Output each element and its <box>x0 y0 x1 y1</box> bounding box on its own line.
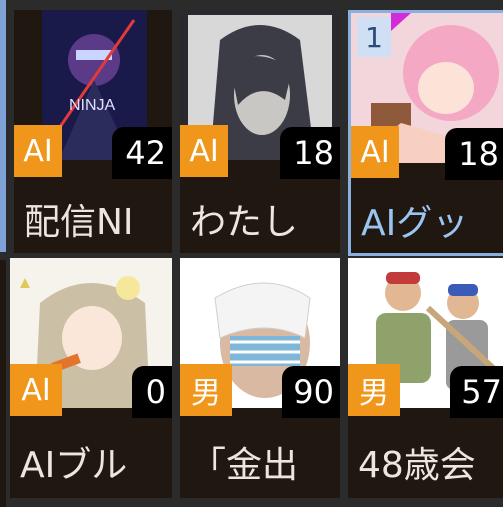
tile-1-badge: AI <box>14 125 62 177</box>
tile-5-badge: 男 <box>180 364 232 416</box>
partial-tile-left-bottom <box>0 260 6 507</box>
tile-2-title: わたし <box>190 202 299 243</box>
tile-3-count: 18 <box>445 128 503 180</box>
tile-3[interactable]: 1 AI 18 AIグッ <box>348 10 503 256</box>
tile-2-badge: AI <box>180 125 228 177</box>
tile-1-title: 配信NI <box>24 202 134 243</box>
svg-text:NINJA: NINJA <box>69 97 116 114</box>
tile-5-title: 「金出 <box>190 445 299 486</box>
tile-6[interactable]: 男 57 48歳会 <box>348 258 503 498</box>
tile-4-badge: AI <box>10 364 62 416</box>
tile-1-count: 42 <box>112 127 172 179</box>
tile-3-rank-badge: 1 <box>357 17 391 57</box>
tile-6-count: 57 <box>450 366 503 418</box>
tile-6-badge: 男 <box>348 364 400 416</box>
tile-5[interactable]: 男 90 「金出 <box>180 258 340 498</box>
tile-2-count: 18 <box>280 127 340 179</box>
tile-1[interactable]: NINJA AI 42 配信NI <box>14 10 172 253</box>
tile-3-badge: AI <box>351 126 399 178</box>
tile-grid: NINJA AI 42 配信NI AI 18 わたし 1 AI 18 AIグッ … <box>0 0 503 507</box>
tile-5-count: 90 <box>282 366 340 418</box>
tile-4-title: AIブル <box>20 445 128 486</box>
partial-tile-left-top <box>0 0 6 252</box>
tile-3-title: AIグッ <box>361 203 469 244</box>
tile-6-title: 48歳会 <box>358 445 476 486</box>
tile-4[interactable]: AI 0 AIブル <box>10 258 172 498</box>
tile-4-count: 0 <box>132 366 172 418</box>
tile-2[interactable]: AI 18 わたし <box>180 10 340 253</box>
